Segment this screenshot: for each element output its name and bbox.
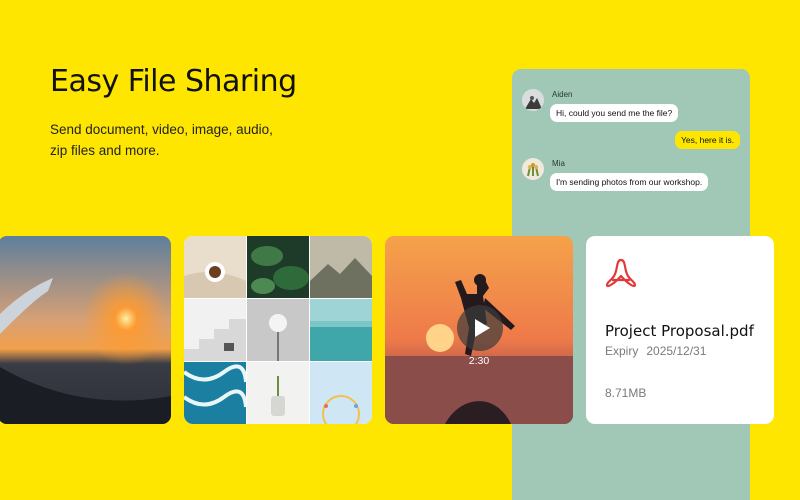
- video-duration: 2:30: [468, 355, 490, 367]
- grid-photo-leaves[interactable]: [247, 236, 309, 298]
- chat-bubble-received[interactable]: I'm sending photos from our workshop.: [550, 173, 709, 191]
- grid-photo-ferris-wheel[interactable]: [310, 362, 372, 424]
- hero-section: Easy File Sharing Send document, video, …: [50, 64, 297, 161]
- grid-photo-waves[interactable]: [184, 362, 246, 424]
- photo-grid-card[interactable]: [184, 236, 372, 424]
- file-expiry: Expiry 2025/12/31: [605, 344, 706, 358]
- video-card[interactable]: 2:30: [385, 236, 573, 424]
- page-subtitle: Send document, video, image, audio, zip …: [50, 119, 280, 161]
- grid-photo-stairs[interactable]: [184, 299, 246, 361]
- chat-bubble-sent[interactable]: Yes, here it is.: [675, 131, 741, 149]
- chat-bubble-received[interactable]: Hi, could you send me the file?: [550, 104, 679, 122]
- sender-name-mia: Mia: [552, 159, 565, 168]
- photo-grid: [184, 236, 372, 424]
- grid-photo-vase[interactable]: [247, 362, 309, 424]
- avatar-mia[interactable]: [522, 158, 544, 180]
- file-name: Project Proposal.pdf: [605, 322, 754, 340]
- avatar-aiden[interactable]: [522, 89, 544, 111]
- subtitle-line-1: Send document, video, image, audio,: [50, 122, 273, 137]
- grid-photo-mountains[interactable]: [310, 236, 372, 298]
- expiry-label: Expiry: [605, 344, 639, 358]
- subtitle-line-2: zip files and more.: [50, 143, 160, 158]
- page-title: Easy File Sharing: [50, 64, 297, 99]
- grid-photo-coffee[interactable]: [184, 236, 246, 298]
- pdf-icon: [605, 258, 637, 288]
- file-card[interactable]: Project Proposal.pdf Expiry 2025/12/31 8.…: [586, 236, 774, 424]
- file-size: 8.71MB: [605, 386, 647, 400]
- photo-card-airplane[interactable]: [0, 236, 171, 424]
- expiry-date: 2025/12/31: [646, 344, 707, 358]
- airplane-sunset-image: [0, 236, 171, 424]
- sender-name-aiden: Aiden: [552, 90, 573, 99]
- grid-photo-flower[interactable]: [247, 299, 309, 361]
- play-button[interactable]: [457, 305, 503, 351]
- play-icon: [475, 319, 490, 337]
- grid-photo-sea[interactable]: [310, 299, 372, 361]
